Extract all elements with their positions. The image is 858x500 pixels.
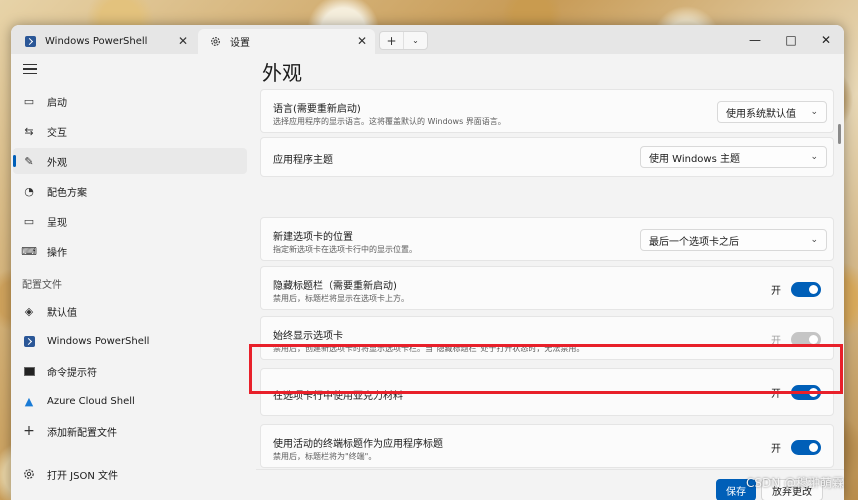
- sidebar-item-label: 添加新配置文件: [47, 427, 117, 439]
- setting-new-tab-position: 新建选项卡的位置 指定新选项卡在选项卡行中的显示位置。 最后一个选项卡之后 ⌄: [260, 217, 834, 261]
- tab-label: Windows PowerShell: [45, 36, 148, 47]
- close-icon[interactable]: ✕: [357, 35, 367, 47]
- cmd-icon: [22, 364, 36, 378]
- powershell-icon: [22, 334, 36, 348]
- maximize-button[interactable]: □: [773, 25, 809, 54]
- sidebar-item-label: 交互: [47, 127, 67, 139]
- sidebar-item-defaults[interactable]: ◈ 默认值: [13, 298, 247, 324]
- sidebar-item-rendering[interactable]: ▭ 呈现: [13, 208, 247, 234]
- toggle-switch[interactable]: [791, 282, 821, 297]
- dropdown-value: 使用系统默认值: [726, 108, 796, 120]
- sidebar-item-interaction[interactable]: ⇆ 交互: [13, 118, 247, 144]
- open-json-label: 打开 JSON 文件: [47, 470, 119, 482]
- setting-hide-title-bar: 隐藏标题栏（需要重新启动) 禁用后，标题栏将显示在选项卡上方。 开: [260, 266, 834, 310]
- terminal-window: Windows PowerShell ✕ 设置 ✕ + ⌄ — □ ✕ ▭ 启动…: [11, 25, 844, 500]
- setting-title: 隐藏标题栏（需要重新启动): [273, 281, 397, 292]
- page-title: 外观: [262, 61, 302, 85]
- toggle-state-label: 开: [771, 286, 781, 297]
- tab-label: 设置: [230, 38, 250, 49]
- open-json-file-button[interactable]: 打开 JSON 文件: [13, 461, 247, 487]
- sidebar-item-windows-powershell[interactable]: Windows PowerShell: [13, 328, 247, 354]
- monitor-icon: ▭: [23, 214, 35, 228]
- setting-title: 语言(需要重新启动): [273, 104, 361, 115]
- brush-icon: ✎: [24, 154, 34, 168]
- setting-description: 选择应用程序的显示语言。这将覆盖默认的 Windows 界面语言。: [273, 117, 506, 126]
- sidebar-item-add-profile[interactable]: + 添加新配置文件: [13, 418, 247, 444]
- setting-language: 语言(需要重新启动) 选择应用程序的显示语言。这将覆盖默认的 Windows 界…: [260, 89, 834, 133]
- setting-title: 新建选项卡的位置: [273, 232, 353, 243]
- tab-windows-powershell[interactable]: Windows PowerShell ✕: [13, 29, 196, 54]
- hide-title-bar-toggle[interactable]: 开: [771, 282, 821, 297]
- sidebar-item-actions[interactable]: ⌨ 操作: [13, 238, 247, 264]
- sidebar: ▭ 启动 ⇆ 交互 ✎ 外观 ◔ 配色方案 ▭ 呈现 ⌨ 操作 配置文件 ◈ 默…: [11, 54, 256, 500]
- palette-icon: ◔: [24, 184, 34, 198]
- chevron-down-icon: ⌄: [810, 235, 818, 245]
- toggle-state-label: 开: [771, 444, 781, 455]
- chevron-down-icon: ⌄: [810, 107, 818, 117]
- profiles-section-label: 配置文件: [22, 280, 62, 291]
- sidebar-item-command-prompt[interactable]: 命令提示符: [13, 358, 247, 384]
- startup-icon: ▭: [23, 94, 35, 108]
- new-tab-position-dropdown[interactable]: 最后一个选项卡之后 ⌄: [640, 229, 827, 251]
- interaction-icon: ⇆: [24, 124, 34, 138]
- sidebar-item-label: 默认值: [47, 307, 77, 319]
- sidebar-item-label: 呈现: [47, 217, 67, 229]
- sidebar-item-label: Windows PowerShell: [47, 335, 150, 347]
- language-dropdown[interactable]: 使用系统默认值 ⌄: [717, 101, 827, 123]
- dropdown-value: 使用 Windows 主题: [649, 153, 740, 165]
- close-window-button[interactable]: ✕: [808, 25, 844, 54]
- dropdown-value: 最后一个选项卡之后: [649, 236, 739, 248]
- sidebar-item-label: 命令提示符: [47, 367, 97, 379]
- gear-icon: [22, 467, 36, 481]
- use-terminal-title-toggle[interactable]: 开: [771, 440, 821, 455]
- sidebar-item-startup[interactable]: ▭ 启动: [13, 88, 247, 114]
- setting-description: 指定新选项卡在选项卡行中的显示位置。: [273, 245, 417, 254]
- sidebar-item-label: Azure Cloud Shell: [47, 395, 135, 407]
- settings-content: 外观 语言(需要重新启动) 选择应用程序的显示语言。这将覆盖默认的 Window…: [256, 54, 844, 500]
- sidebar-item-label: 启动: [47, 97, 67, 109]
- setting-title: 使用活动的终端标题作为应用程序标题: [273, 439, 443, 450]
- sidebar-item-label: 外观: [47, 157, 67, 169]
- setting-title: 应用程序主题: [273, 155, 333, 166]
- sidebar-item-color-schemes[interactable]: ◔ 配色方案: [13, 178, 247, 204]
- theme-dropdown[interactable]: 使用 Windows 主题 ⌄: [640, 146, 827, 168]
- setting-description: 禁用后，标题栏将为"终端"。: [273, 452, 377, 461]
- minimize-button[interactable]: —: [737, 25, 773, 54]
- chevron-down-icon: ⌄: [810, 152, 818, 162]
- close-icon[interactable]: ✕: [178, 35, 188, 47]
- toggle-switch[interactable]: [791, 440, 821, 455]
- setting-title: 始终显示选项卡: [273, 331, 343, 342]
- annotation-highlight-box: [249, 344, 843, 394]
- azure-icon: ▲: [24, 394, 34, 408]
- plus-icon: +: [23, 423, 35, 439]
- sidebar-item-azure-cloud-shell[interactable]: ▲ Azure Cloud Shell: [13, 388, 247, 414]
- keyboard-icon: ⌨: [21, 244, 37, 258]
- layers-icon: ◈: [24, 304, 34, 318]
- hamburger-menu-icon[interactable]: [23, 64, 37, 76]
- sidebar-item-appearance[interactable]: ✎ 外观: [13, 148, 247, 174]
- chevron-down-icon[interactable]: ⌄: [403, 32, 427, 49]
- setting-app-theme: 应用程序主题 使用 Windows 主题 ⌄: [260, 137, 834, 177]
- title-bar: Windows PowerShell ✕ 设置 ✕ + ⌄ — □ ✕: [11, 25, 844, 54]
- gear-icon: [210, 36, 221, 47]
- watermark: CSDN @穆翀萌霖: [745, 476, 844, 490]
- tab-settings[interactable]: 设置 ✕: [198, 29, 375, 54]
- new-tab-split-button: + ⌄: [379, 31, 428, 50]
- setting-use-terminal-title: 使用活动的终端标题作为应用程序标题 禁用后，标题栏将为"终端"。 开: [260, 424, 834, 468]
- powershell-icon: [25, 36, 36, 47]
- sidebar-item-label: 配色方案: [47, 187, 87, 199]
- new-tab-button[interactable]: +: [380, 32, 403, 49]
- setting-description: 禁用后，标题栏将显示在选项卡上方。: [273, 294, 409, 303]
- scrollbar[interactable]: [838, 124, 841, 144]
- sidebar-item-label: 操作: [47, 247, 67, 259]
